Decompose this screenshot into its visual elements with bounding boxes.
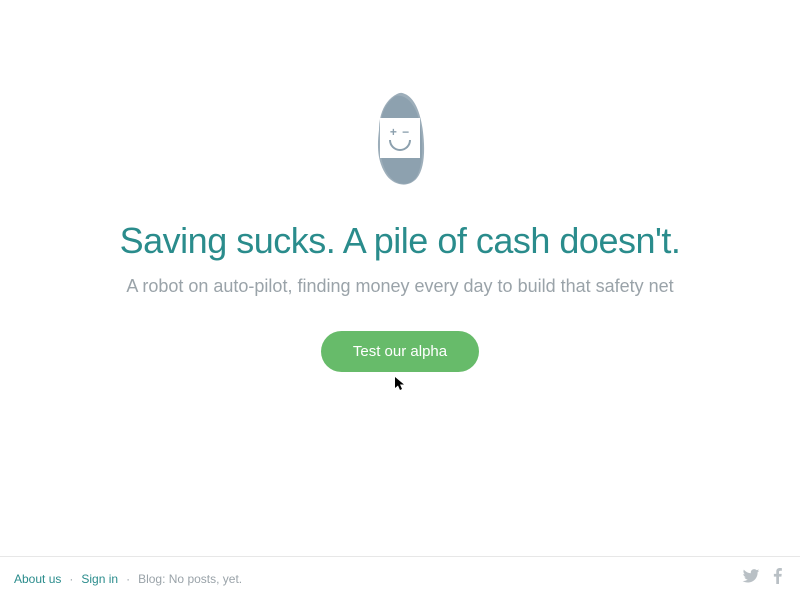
hero-section: + − Saving sucks. A pile of cash doesn't… xyxy=(0,0,800,372)
landing-page: + − Saving sucks. A pile of cash doesn't… xyxy=(0,0,800,600)
footer-links: About us · Sign in · Blog: No posts, yet… xyxy=(14,572,242,586)
logo: + − xyxy=(365,90,435,190)
mouse-cursor-icon xyxy=(395,377,405,394)
subheadline: A robot on auto-pilot, finding money eve… xyxy=(126,276,673,297)
headline: Saving sucks. A pile of cash doesn't. xyxy=(120,220,681,262)
logo-square-icon: + − xyxy=(380,118,420,158)
test-alpha-button[interactable]: Test our alpha xyxy=(321,331,479,372)
about-us-link[interactable]: About us xyxy=(14,572,61,586)
twitter-icon[interactable] xyxy=(742,567,760,590)
facebook-icon[interactable] xyxy=(770,567,786,590)
logo-smile xyxy=(389,140,411,151)
blog-status: Blog: No posts, yet. xyxy=(138,572,242,586)
social-icons xyxy=(742,567,786,590)
separator: · xyxy=(69,572,73,586)
footer: About us · Sign in · Blog: No posts, yet… xyxy=(0,556,800,600)
logo-plus-minus: + − xyxy=(390,126,410,138)
separator: · xyxy=(126,572,130,586)
sign-in-link[interactable]: Sign in xyxy=(81,572,118,586)
